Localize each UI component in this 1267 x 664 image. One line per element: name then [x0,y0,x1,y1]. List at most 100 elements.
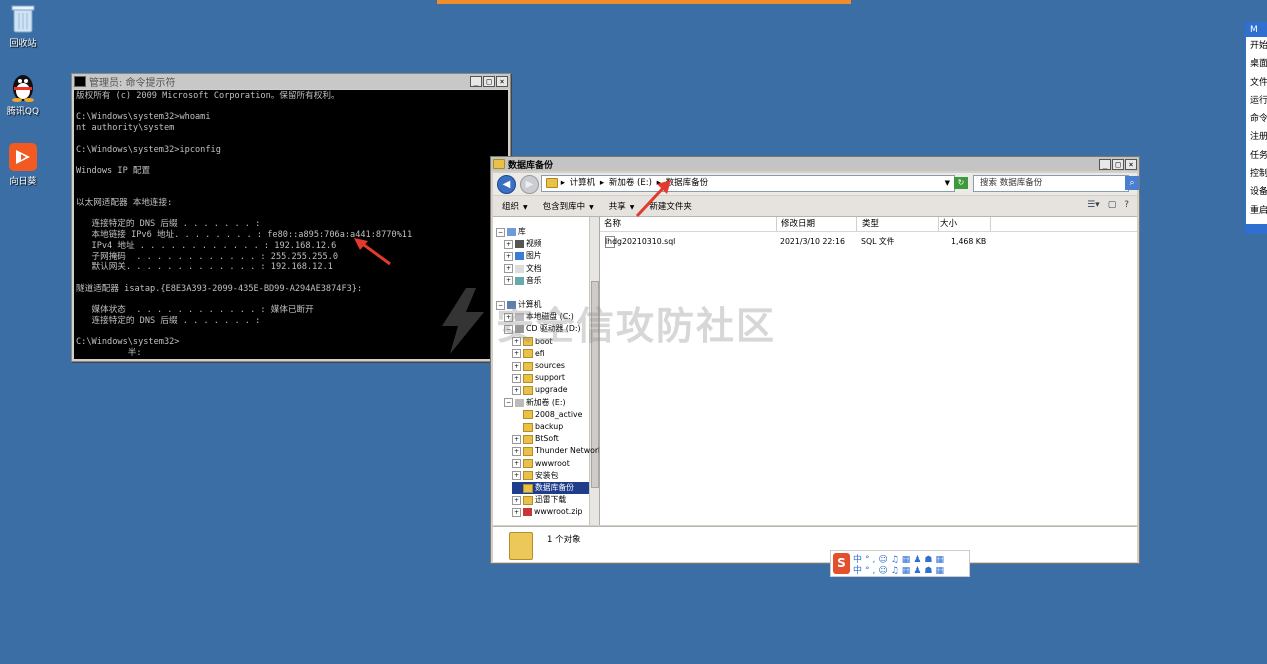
file-row[interactable]: lhdg20210310.sql 2021/3/10 22:16 SQL 文件 … [600,236,1137,248]
minimize-button[interactable]: _ [470,76,482,87]
console-line: 子网掩码 . . . . . . . . . . . . : 255.255.2… [76,251,339,262]
close-button[interactable]: × [1125,158,1137,170]
tree-expander-icon[interactable]: + [512,373,521,383]
column-size[interactable]: 大小 [936,217,991,231]
tree-expander-icon[interactable]: + [504,239,513,249]
side-menu-item[interactable]: 命令 [1246,110,1267,128]
help-icon[interactable]: ? [1124,200,1129,210]
folder-icon [523,471,533,481]
tree-item[interactable]: + sources [512,360,589,372]
search-input[interactable]: 搜索 数据库备份 [973,175,1129,192]
side-menu-item[interactable]: 开始 [1246,37,1267,55]
explorer-titlebar[interactable]: 数据库备份 _ □ × [491,157,1139,171]
tree-expander-icon[interactable]: − [496,227,505,237]
tree-item-label: upgrade [535,385,568,395]
tree-expander-icon[interactable]: + [512,459,521,469]
tree-expander-icon[interactable]: + [504,276,513,286]
tree-item[interactable]: + Thunder Network [512,445,599,457]
tree-expander-icon[interactable]: − [504,398,513,408]
file-date: 2021/3/10 22:16 [780,237,845,246]
preview-pane-icon[interactable]: ▢ [1108,200,1117,210]
side-menu-item[interactable]: 重启 [1246,202,1267,220]
tree-item[interactable]: + wwwroot [512,458,589,470]
tree-expander-icon[interactable]: + [512,507,521,517]
tree-item[interactable]: + 视频 [504,238,589,250]
address-dropdown-icon[interactable]: ▼ [945,176,950,191]
side-menu-item[interactable]: 任务 [1246,147,1267,165]
tree-item-label: 数据库备份 [535,483,574,492]
view-options-icon[interactable]: ☰▾ [1087,200,1100,210]
tree-item[interactable]: + 文档 [504,263,589,275]
ime-row[interactable]: 中°,☺♫▦♟☗▦ [853,563,947,576]
close-button[interactable]: × [496,76,508,87]
tree-expander-icon[interactable]: + [512,471,521,481]
tree-item[interactable]: + 安装包 [512,470,589,482]
tree-item-label: Thunder Network [535,446,600,456]
desktop-icon-qq[interactable]: 腾讯QQ [0,72,46,117]
side-menu-item[interactable]: 桌面 [1246,55,1267,73]
tree-item[interactable]: + upgrade [512,384,589,396]
tree-item[interactable]: + 图片 [504,250,589,262]
annotation-arrow-icon [635,180,671,218]
details-pane: 1 个对象 [493,526,1137,562]
cmd-titlebar[interactable]: 管理员: 命令提示符 _ □ × [72,74,510,89]
tree-expander-icon[interactable]: + [504,264,513,274]
organize-button[interactable]: 组织 ▼ [502,200,528,212]
tree-expander-icon[interactable]: + [512,446,521,456]
forward-button[interactable]: ▶ [520,174,539,194]
nav-scrollbar[interactable] [589,217,599,525]
tree-item[interactable]: − 库 [496,226,589,238]
tree-item[interactable]: + support [512,372,589,384]
sogou-logo-icon[interactable]: S [833,553,850,574]
ime-toolbar[interactable]: S 中°,☺♫▦♟☗▦ 中°,☺♫▦♟☗▦ [830,550,970,577]
back-button[interactable]: ◀ [497,174,516,194]
tree-expander-icon[interactable]: + [512,349,521,359]
side-menu-item[interactable]: 运行 [1246,92,1267,110]
column-date[interactable]: 修改日期 [777,217,857,231]
annotation-arrow-icon [354,238,391,266]
tree-expander-icon[interactable]: + [512,385,521,395]
tree-item[interactable]: + 迅雷下载 [512,494,589,506]
search-icon[interactable]: ⌕ [1125,176,1139,190]
column-name[interactable]: 名称 [600,217,777,231]
tree-item[interactable]: 数据库备份 [512,482,589,494]
tree-expander-icon[interactable]: + [512,434,521,444]
minimize-button[interactable]: _ [1099,158,1111,170]
console-line: 本地链接 IPv6 地址. . . . . . . . : fe80::a895… [76,230,413,241]
side-menu-item[interactable]: 设备 [1246,183,1267,201]
tree-item[interactable]: 2008_active [512,409,589,421]
share-button[interactable]: 共享 ▼ [609,200,635,212]
include-in-library-button[interactable]: 包含到库中 ▼ [543,200,594,212]
address-bar[interactable]: ▸ 计算机 ▸ 新加卷 (E:) ▸ 数据库备份 ▼ [541,175,955,192]
desktop-icon-recycle-bin[interactable]: 回收站 [0,4,46,49]
side-menu-item[interactable]: 文件 [1246,74,1267,92]
folder-icon [546,177,558,188]
side-menu-panel[interactable]: M 开始 桌面 文件 运行 命令 注册 任务 控制 设备 重启 [1245,22,1267,234]
disk-icon [515,398,524,407]
tree-item-label: 新加卷 (E:) [526,397,566,407]
maximize-button[interactable]: □ [483,76,495,87]
column-headers: 名称 修改日期 类型 大小 [600,217,1137,232]
tree-item[interactable]: backup [512,421,589,433]
side-menu-item[interactable]: 控制 [1246,165,1267,183]
side-menu-item[interactable]: 注册 [1246,128,1267,146]
tree-expander-icon[interactable]: + [512,361,521,371]
navigation-pane[interactable]: − 库 + 视频 + 图片 + 文档 + 音乐 − 计算机 + 本地磁盘 (C:) − CD 驱动器 (D:)… [493,217,600,525]
column-type[interactable]: 类型 [858,217,939,231]
desktop-icon-sunlogin[interactable]: 向日葵 [0,142,46,187]
breadcrumb-computer[interactable]: 计算机 [570,178,596,188]
tree-item[interactable]: + BtSoft [512,433,589,445]
maximize-button[interactable]: □ [1112,158,1124,170]
tree-item[interactable]: + 音乐 [504,275,589,287]
tree-item[interactable]: + wwwroot.zip [512,506,589,518]
tree-expander-icon[interactable]: + [512,495,521,505]
folder-icon [523,483,533,493]
refresh-button[interactable]: ↻ [954,177,968,189]
file-list[interactable]: 名称 修改日期 类型 大小 lhdg20210310.sql 2021/3/10… [600,217,1137,525]
explorer-window[interactable]: 数据库备份 _ □ × ◀ ▶ ▸ 计算机 ▸ 新加卷 (E:) ▸ 数据库备份… [490,156,1140,564]
tree-expander-icon[interactable]: + [504,251,513,261]
tree-item[interactable]: − 新加卷 (E:) [504,397,589,409]
